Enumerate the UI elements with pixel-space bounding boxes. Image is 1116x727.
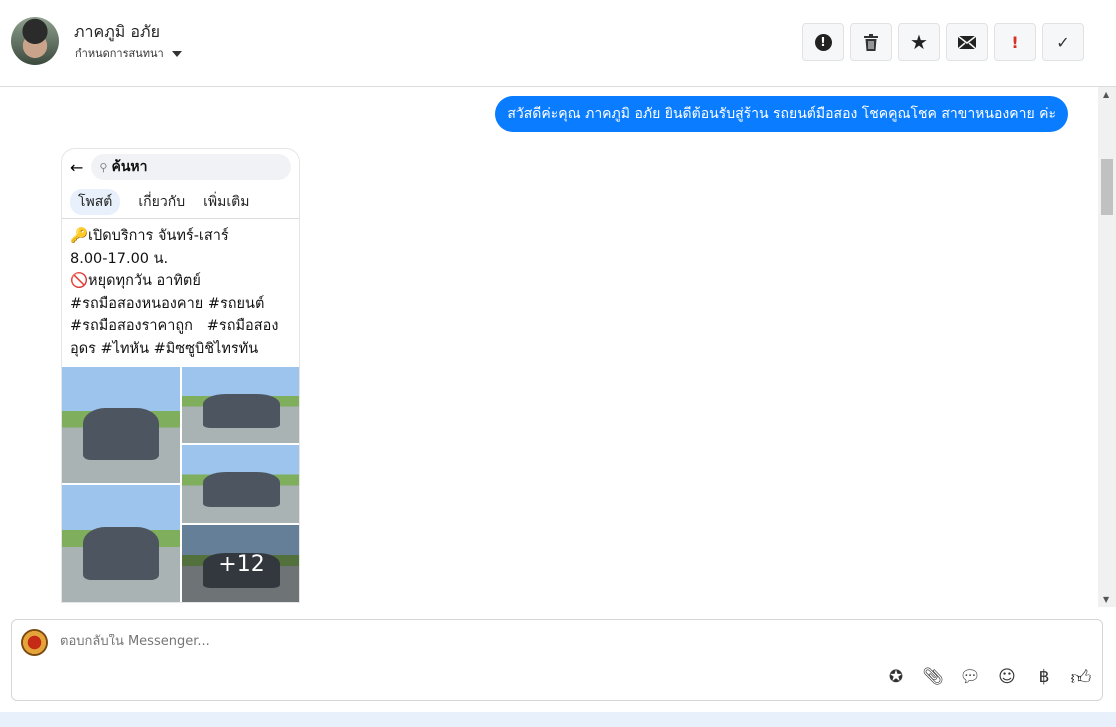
mark-done-button[interactable]: ✓	[1042, 23, 1084, 61]
post-line: #รถมือสองราคาถูก #รถมือสอง	[70, 318, 279, 334]
trash-icon	[864, 33, 878, 51]
car-photo	[182, 367, 299, 443]
image-attachment[interactable]: ← ⚲ ค้นหา โพสต์ เกี่ยวกับ เพิ่มเติม 🔑เปิดบ…	[61, 148, 300, 603]
mark-spam-button[interactable]: !	[802, 23, 844, 61]
tab-more: เพิ่มเติม	[203, 193, 250, 210]
scroll-up-icon[interactable]: ▲	[1103, 90, 1109, 99]
saved-reply-button[interactable]: ✪	[885, 666, 907, 688]
like-button[interactable]: 👍︎	[1070, 664, 1092, 689]
outgoing-message: สวัสดีค่ะคุณ ภาคภูมิ อภัย ยินดีต้อนรับสู…	[495, 96, 1068, 132]
reply-composer: ✪ 📎︎ 💬︎ ☺ ฿ 👍︎	[11, 619, 1103, 701]
car-photo: +12	[182, 525, 299, 602]
smiley-icon: ☺	[998, 667, 1016, 687]
page-avatar	[21, 629, 48, 656]
envelope-icon	[958, 35, 976, 49]
caret-down-icon	[171, 51, 182, 57]
star-button[interactable]: ★	[898, 23, 940, 61]
message-thread: สวัสดีค่ะคุณ ภาคภูมิ อภัย ยินดีต้อนรับสู…	[0, 87, 1098, 607]
post-line: 🚫หยุดทุกวัน อาทิตย์	[70, 273, 201, 289]
chat-bubble-icon: 💬︎	[959, 667, 981, 687]
search-icon: ⚲	[99, 160, 108, 174]
star-bubble-icon: ✪	[888, 667, 904, 687]
thumbs-up-icon: 👍︎	[1070, 664, 1092, 689]
quick-reply-button[interactable]: 💬︎	[959, 666, 981, 688]
post-line: 🔑เปิดบริการ จันทร์-เสาร์	[70, 228, 229, 244]
alert-circle-icon: !	[814, 33, 832, 51]
footer-bar	[0, 712, 1116, 727]
car-photo	[182, 445, 299, 523]
back-arrow-icon: ←	[70, 157, 84, 177]
reply-input[interactable]	[60, 634, 860, 649]
more-photos-count: +12	[182, 525, 299, 602]
car-photo	[62, 485, 180, 602]
thread-scrollbar[interactable]: ▲ ▼	[1098, 87, 1116, 607]
scroll-down-icon[interactable]: ▼	[1103, 595, 1109, 604]
conversation-header: ภาคภูมิ อภัย กำหนดการสนทนา ! ★ ! ✓	[0, 0, 1116, 87]
post-line: 8.00-17.00 น.	[70, 250, 169, 267]
attach-button[interactable]: 📎︎	[922, 666, 944, 688]
tab-about: เกี่ยวกับ	[138, 193, 186, 210]
check-icon: ✓	[1056, 32, 1070, 52]
post-line: อุดร #ไทหัน #มิซซูบิชิไทรทัน	[70, 340, 259, 357]
baht-icon: ฿	[1038, 667, 1050, 687]
mark-unread-button[interactable]	[946, 23, 988, 61]
exclamation-icon: !	[1011, 32, 1019, 52]
payment-button[interactable]: ฿	[1033, 666, 1055, 688]
post-text: 🔑เปิดบริการ จันทร์-เสาร์ 8.00-17.00 น. 🚫…	[62, 219, 299, 367]
tab-posts: โพสต์	[70, 188, 121, 215]
scrollbar-thumb[interactable]	[1101, 159, 1113, 215]
mark-important-button[interactable]: !	[994, 23, 1036, 61]
car-photo	[62, 367, 180, 483]
delete-button[interactable]	[850, 23, 892, 61]
assign-label: กำหนดการสนทนา	[75, 47, 164, 60]
search-text: ค้นหา	[111, 159, 148, 175]
emoji-button[interactable]: ☺	[996, 666, 1018, 688]
paperclip-icon: 📎︎	[922, 667, 944, 687]
post-line: #รถมือสองหนองคาย #รถยนต์	[70, 295, 265, 312]
contact-name[interactable]: ภาคภูมิ อภัย	[74, 20, 160, 45]
star-icon: ★	[910, 30, 928, 54]
contact-avatar[interactable]	[11, 17, 59, 65]
assign-conversation-dropdown[interactable]: กำหนดการสนทนา	[75, 44, 182, 62]
photo-grid: +12	[62, 367, 299, 602]
